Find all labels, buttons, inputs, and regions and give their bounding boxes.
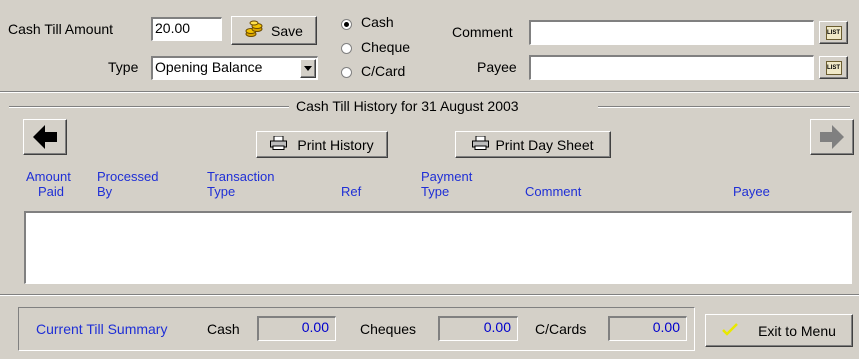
column-header-line: Processed <box>97 169 159 184</box>
history-list[interactable] <box>24 211 852 284</box>
bottom-divider <box>0 294 859 296</box>
column-header-ref: Ref <box>341 169 361 199</box>
print-history-label: Print History <box>297 136 374 153</box>
column-header-line: Transaction <box>207 169 275 184</box>
column-header-line: Amount <box>26 169 71 184</box>
payment-label-cheque: Cheque <box>361 39 411 55</box>
print-day-sheet-label: Print Day Sheet <box>495 136 594 153</box>
payee-input[interactable] <box>529 55 814 80</box>
print-day-sheet-button[interactable]: Print Day Sheet <box>455 131 611 158</box>
history-group-line-left <box>9 106 289 107</box>
column-header-payee: Payee <box>733 184 770 199</box>
column-header-line: Payee <box>733 184 770 199</box>
save-button[interactable]: Save <box>231 16 317 45</box>
list-icon: LIST <box>825 25 842 40</box>
next-day-button[interactable] <box>810 119 854 155</box>
coins-icon <box>245 20 263 41</box>
column-header-line: By <box>97 184 113 199</box>
comment-label: Comment <box>452 24 513 40</box>
exit-to-menu-label: Exit to Menu <box>758 322 836 339</box>
summary-title: Current Till Summary <box>36 321 168 337</box>
column-header-line: Comment <box>525 184 582 199</box>
column-header-transaction-type: Transaction Type <box>207 169 274 199</box>
summary-ccards-label: C/Cards <box>535 321 587 337</box>
column-header-line: Payment <box>421 169 473 184</box>
payment-radio-ccard[interactable] <box>341 67 352 78</box>
column-header-payment-type: Payment Type <box>421 169 472 199</box>
list-icon: LIST <box>825 60 842 75</box>
save-button-label: Save <box>271 22 303 39</box>
summary-ccards-value: 0.00 <box>608 316 687 341</box>
column-header-processed-by: Processed By <box>97 169 158 199</box>
column-header-amount-paid: Amount Paid <box>26 169 71 199</box>
history-title: Cash Till History for 31 August 2003 <box>296 98 519 114</box>
chevron-down-icon <box>304 66 312 71</box>
column-header-comment: Comment <box>525 169 581 199</box>
column-header-line <box>341 169 361 184</box>
summary-cash-label: Cash <box>207 321 240 337</box>
previous-day-button[interactable] <box>23 119 67 155</box>
summary-cash-value: 0.00 <box>257 316 336 341</box>
comment-list-button[interactable]: LIST <box>819 21 848 44</box>
column-header-line: Paid <box>37 184 64 199</box>
history-group-line-right <box>598 106 850 107</box>
type-dropdown-button[interactable] <box>300 59 316 78</box>
type-select-value: Opening Balance <box>155 59 263 75</box>
summary-cheques-value: 0.00 <box>438 316 518 341</box>
column-header-line: Type <box>421 184 450 199</box>
payee-list-button[interactable]: LIST <box>819 56 848 79</box>
column-header-line: Type <box>207 184 236 199</box>
printer-icon <box>270 135 288 153</box>
summary-cheques-label: Cheques <box>360 321 417 337</box>
print-history-button[interactable]: Print History <box>256 131 388 158</box>
payment-label-cash: Cash <box>361 14 394 30</box>
payment-radio-cash[interactable] <box>341 19 352 30</box>
arrow-right-icon <box>820 125 844 149</box>
arrow-left-icon <box>33 125 57 149</box>
exit-to-menu-button[interactable]: Exit to Menu <box>705 314 853 347</box>
payment-label-ccard: C/Card <box>361 63 406 79</box>
comment-input[interactable] <box>529 20 814 45</box>
payment-radio-cheque[interactable] <box>341 43 352 54</box>
column-header-line: Ref <box>341 184 362 199</box>
column-header-line <box>525 169 581 184</box>
printer-icon <box>472 135 490 153</box>
top-divider <box>0 91 859 93</box>
type-select[interactable]: Opening Balance <box>151 56 318 80</box>
cash-till-amount-input[interactable]: 20.00 <box>151 17 222 41</box>
payee-label: Payee <box>477 59 517 75</box>
checkmark-icon <box>722 322 738 339</box>
cash-till-amount-label: Cash Till Amount <box>8 21 114 37</box>
type-label: Type <box>108 59 139 75</box>
